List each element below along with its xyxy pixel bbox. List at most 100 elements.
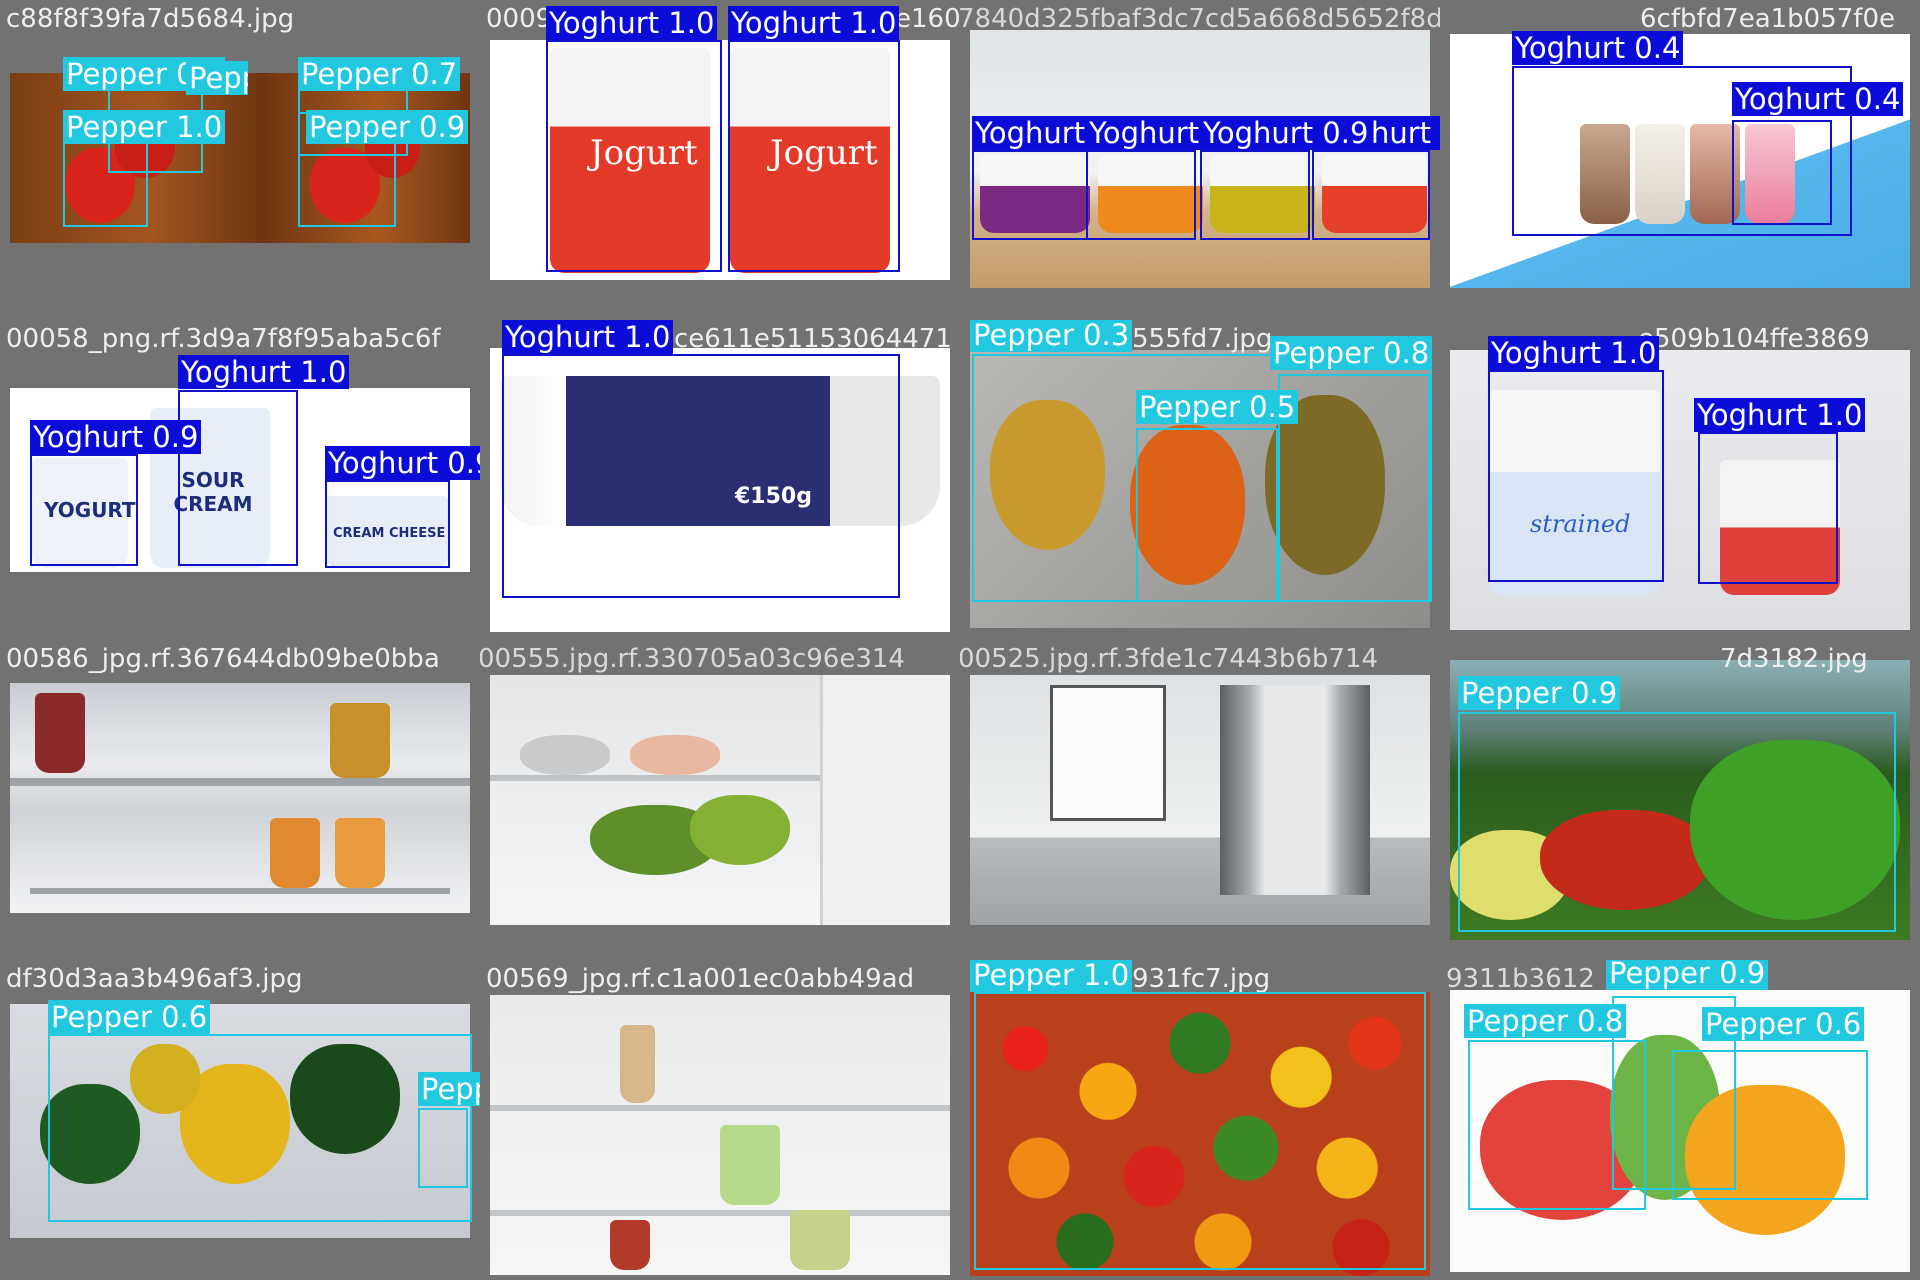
image-filename: 931fc7.jpg [1132,964,1271,994]
image-filename: 00058_png.rf.3d9a7f8f95aba5c6f [6,324,441,354]
tile-9[interactable]: 00555.jpg.rf.330705a03c96e314 [480,640,960,960]
image-filename: ce611e51153064471 [674,324,952,354]
detection-label: Yoghurt 1.0 [728,6,900,40]
detection-label: Pepper 0.9 [1606,960,1769,990]
image-filename: 00525.jpg.rf.3fde1c7443b6b714 [960,644,1379,674]
detection-label: hurt 0.9 [1368,116,1440,150]
tile-7[interactable]: strained e509b104ffe3869 Yoghurt 1.0 Yog… [1440,320,1920,640]
jar [270,818,320,888]
image-filename: 00569_jpg.rf.c1a001ec0abb49ad [486,964,915,994]
image-filename: e509b104ffe3869 [1638,324,1870,354]
detection-label: Pepper 0.8 [1270,336,1433,370]
detection-box [1278,374,1430,602]
detection-label: Pepper 0.6 [48,1000,211,1034]
image-filename: 6cfbfd7ea1b057f0e [1640,4,1895,34]
tile-8[interactable]: 00586_jpg.rf.367644db09be0bba [0,640,480,960]
jar [35,693,85,773]
fridge-shelf [490,775,820,781]
tile-15[interactable]: 9311b3612 Pepper 0.9 Pepper 0.8 Pepper 0… [1440,960,1920,1280]
detection-box [1136,428,1278,602]
tile-1[interactable]: Jogurt Jogurt 0009 e160 Yoghurt 1.0 Yogh… [480,0,960,320]
detection-label: Yoghurt 1.0 [502,320,674,354]
detection-box [972,150,1088,240]
jar [335,818,385,888]
image-filename: df30d3aa3b496af3.jpg [6,964,303,994]
detection-label: Pepper 0.6 [1702,1007,1865,1041]
detection-label: Pepper 0.3 [970,320,1133,352]
detection-label: Pepper 0.7 [298,57,461,91]
detection-box [1312,150,1430,240]
detection-label: Pepper 0.9 [1458,676,1621,710]
detection-label: Yoghurt 0.9 [325,446,480,480]
tile-10[interactable]: 00525.jpg.rf.3fde1c7443b6b714 [960,640,1440,960]
image-filename: 0009 [486,4,553,34]
bottle [330,703,390,778]
detection-label: Pepper 0.8 [1464,1004,1627,1038]
image-filename: c88f8f39fa7d5684.jpg [6,4,295,34]
detection-box [502,354,900,598]
detection-label: Yoghurt 0.4 [1512,31,1684,65]
detection-box [30,454,138,566]
detection-box [1086,150,1196,240]
tile-11[interactable]: 7d3182.jpg Pepper 0.9 [1440,640,1920,960]
fridge-shelf [490,1210,950,1216]
bowl [630,735,720,775]
detection-label: Pepper 0.4 [418,1072,480,1106]
jar [720,1125,780,1205]
fridge-door [820,675,950,925]
tile-12[interactable]: df30d3aa3b496af3.jpg Pepper 0.6 Pepper 0… [0,960,480,1280]
detection-box [546,40,722,272]
fridge-shelf [10,778,470,786]
image-filename-suffix: e160 [895,4,960,34]
detection-label: Pepper 0.9 [306,110,469,144]
tile-6[interactable]: 555fd7.jpg Pepper 0.3 Pepper 0.8 Pepper … [960,320,1440,640]
detection-label: Yoghurt 1.0 [178,355,350,389]
detection-label: Yoghurt 0.9 [30,420,202,454]
detection-box [48,1034,472,1222]
detection-label: Pepper 0.5 [1136,390,1299,424]
tile-2[interactable]: 7840d325fbaf3dc7cd5a668d5652f8d038801bf … [960,0,1440,320]
tile-0[interactable]: Pepper 0.9 Pepper 0.9 Pepper 0.7 Pepper … [0,0,480,320]
detection-label: Yoghurt 0.9 [1200,116,1372,150]
image-filename: 555fd7.jpg [1132,324,1273,354]
detection-box [1672,1050,1868,1200]
tile-3[interactable]: 6cfbfd7ea1b057f0e Yoghurt 0.4 Yoghurt 0.… [1440,0,1920,320]
detection-label: Yoghurt 1.0 [546,6,718,40]
detection-box [418,1108,468,1188]
detection-label: Pepper 0.9 [186,61,248,95]
tile-14[interactable]: 931fc7.jpg Pepper 1.0 [960,960,1440,1280]
detection-box [1458,712,1896,932]
window [1050,685,1166,821]
detection-box [728,40,900,272]
detection-box [974,992,1426,1270]
tile-5[interactable]: €150g ce611e51153064471 Yoghurt 1.0 [480,320,960,640]
tile-image [10,683,470,913]
tile-4[interactable]: YOGURT SOUR CREAM CREAM CHEESE 00058_png… [0,320,480,640]
vegetable [690,795,790,865]
image-filename: 00586_jpg.rf.367644db09be0bba [6,644,440,674]
fridge-shelf [30,888,450,894]
tile-image [970,675,1430,925]
detection-label: Yoghurt 1.0 [1488,336,1660,370]
detection-box [325,480,450,568]
image-filename: 00555.jpg.rf.330705a03c96e314 [480,644,905,674]
tile-image [490,995,950,1275]
image-filename: 7d3182.jpg [1720,644,1868,674]
detection-label: Yoghurt [1086,116,1203,150]
detection-box [1698,432,1838,584]
bowl [520,735,610,775]
image-filename: 9311b3612 [1446,964,1595,994]
detection-box [1488,370,1664,582]
bottle [620,1025,655,1103]
image-filename: 7840d325fbaf3dc7cd5a668d5652f8d038801bf [960,4,1440,34]
fridge [1220,685,1370,895]
detection-box [1200,150,1310,240]
jar [790,1210,850,1270]
detection-box [1732,120,1832,225]
detection-label: Pepper 1.0 [970,960,1133,992]
detection-box [178,390,298,566]
tile-13[interactable]: 00569_jpg.rf.c1a001ec0abb49ad [480,960,960,1280]
tile-image [490,675,950,925]
detection-label: Pepper 1.0 [63,110,226,144]
detection-label: Yoghurt 0.4 [1732,82,1904,116]
